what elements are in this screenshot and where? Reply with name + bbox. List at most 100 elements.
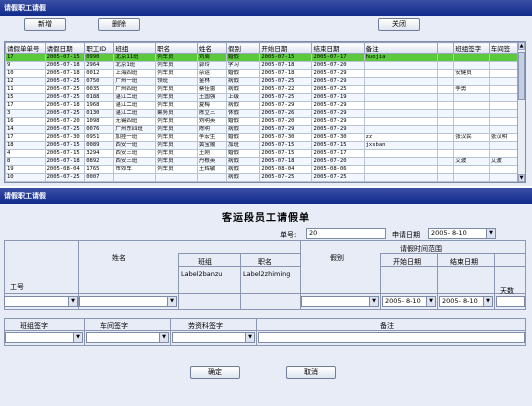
column-header[interactable]: 假别 (225, 42, 261, 54)
table-cell: 婚假 (225, 133, 261, 142)
table-row[interactable]: 102005-08-030006 ss病假2005-07-272005-07-29 (5, 181, 520, 182)
job-id-select[interactable]: ▼ (4, 296, 78, 307)
table-row[interactable]: 17 2005-07-15 0990 北京11班 列车员 刘周 婚假 2005-07-15 20… (5, 53, 520, 62)
cancel-button[interactable]: 取消 (286, 366, 336, 379)
workshop-sign-select[interactable]: ▼ (86, 332, 169, 343)
apply-date-picker[interactable]: 2005- 8-10 ▼ (428, 228, 496, 239)
table-cell: huojia (363, 53, 438, 62)
table-row[interactable]: 17 2005-07-18 1968 湛江二班 列车员 夏梅 病假 2005-07-29 200… (5, 101, 520, 110)
days-input[interactable] (496, 296, 525, 307)
table-row[interactable]: 10 2005-07-18 0012 上海四班 列车员 杂运 婚假 2005-07-18 200… (5, 69, 520, 78)
column-header[interactable]: 班组 (113, 42, 157, 54)
chevron-down-icon[interactable]: ▼ (369, 297, 378, 306)
column-header[interactable]: 车间签 (488, 42, 520, 54)
scroll-down-icon[interactable]: ▼ (518, 174, 525, 182)
end-date-picker[interactable]: 2005- 8-10 ▼ (439, 296, 493, 307)
column-header[interactable]: 开始日期 (259, 42, 313, 54)
title-value: Label2zhiming (243, 270, 291, 278)
table-cell: 2005-07-15 (259, 141, 313, 150)
column-header[interactable]: 职名 (155, 42, 198, 54)
table-cell: 2005-07-25 (259, 173, 313, 182)
team-sign-select[interactable]: ▼ (5, 332, 83, 343)
close-button[interactable]: 关闭 (378, 18, 420, 31)
chevron-down-icon[interactable]: ▼ (483, 297, 492, 306)
column-header[interactable]: 请假日期 (44, 42, 86, 54)
start-date-picker[interactable]: 2005- 8-10 ▼ (382, 296, 436, 307)
table-cell (453, 93, 490, 102)
column-header[interactable] (436, 42, 455, 54)
table-cell (363, 125, 438, 134)
grid-vertical-scrollbar[interactable]: ▲ ▼ (517, 42, 525, 182)
scroll-thumb[interactable] (518, 52, 525, 100)
start-date-value: 2005- 8-10 (385, 297, 421, 305)
remark-input[interactable] (258, 332, 525, 343)
table-row[interactable]: 11 2005-07-25 0035 广州四班 列车员 蔡佳蕾 病假 2005-07-22 20… (5, 85, 520, 94)
table-row[interactable]: 16 2005-07-20 1098 无锡四班 列车员 刘明英 婚假 2005-07-20 20… (5, 117, 520, 126)
chevron-down-icon[interactable]: ▼ (68, 297, 77, 306)
chevron-down-icon[interactable]: ▼ (245, 333, 254, 342)
table-cell: 婚假 (225, 53, 261, 62)
table-cell: 0076 (84, 125, 115, 134)
ok-button[interactable]: 确定 (190, 366, 240, 379)
add-button[interactable]: 新增 (24, 18, 66, 31)
table-cell: 西安三班 (113, 149, 157, 158)
table-cell: 2005-08-04 (259, 165, 313, 174)
team-label: 班组 (198, 258, 212, 266)
table-row[interactable]: 10 2005-07-25 0007 病假 2005-07-25 2005-07-25 (5, 173, 520, 182)
table-cell (155, 173, 198, 182)
leave-records-grid[interactable]: 请假单单号 请假日期 职工ID 班组 职名 姓名 假别 开始日期 结束日期 备注 班组签字 车间签 1… (4, 41, 526, 183)
table-cell: 2005-07-22 (259, 85, 313, 94)
table-cell: 0188 (84, 93, 115, 102)
name-select[interactable]: ▼ (79, 296, 177, 307)
table-row[interactable]: 9 2005-07-18 2964 北京1班 列车员 郭玲 学习 2005-07-18 2005… (5, 61, 520, 70)
table-cell: 列车员 (155, 61, 198, 70)
table-cell: 北京1班 (113, 61, 157, 70)
column-header[interactable]: 班组签字 (453, 42, 490, 54)
table-cell: 3 (5, 109, 46, 118)
table-cell: 2005-08-06 (311, 165, 365, 174)
table-row[interactable]: 18 2005-07-15 0089 西安一班 列车员 黄宝顺 加班 2005-07-15 20… (5, 141, 520, 150)
table-cell: 休假 (225, 109, 261, 118)
chevron-down-icon[interactable]: ▼ (73, 333, 82, 342)
column-header[interactable]: 姓名 (196, 42, 228, 54)
team-value: Label2banzu (181, 270, 223, 278)
table-cell: 19 (5, 165, 46, 174)
table-cell: 张汉明 (488, 133, 520, 142)
column-header[interactable]: 备注 (363, 42, 438, 54)
chevron-down-icon[interactable]: ▼ (486, 229, 495, 238)
table-cell: 上海四班 (113, 69, 157, 78)
scroll-up-icon[interactable]: ▲ (518, 42, 525, 50)
leave-type-select[interactable]: ▼ (301, 296, 379, 307)
table-row[interactable]: 14 2005-07-25 0076 广州东四班 列车员 陈明 病假 2005-07-29 20… (5, 125, 520, 134)
labor-sign-label: 劳资科签字 (188, 322, 223, 330)
order-no-input[interactable]: 20 (306, 228, 386, 239)
column-header[interactable]: 请假单单号 (5, 42, 46, 54)
delete-button[interactable]: 删除 (98, 18, 140, 31)
table-cell: 列车员 (155, 125, 198, 134)
table-row[interactable]: 4 2005-07-15 3294 西安三班 列车员 王刚 婚假 2005-07-15 2005… (5, 149, 520, 158)
table-cell: 婚假 (225, 149, 261, 158)
table-row[interactable]: 12 2005-07-25 0750 广州一班 领班 金林 病假 2005-07-25 2005… (5, 77, 520, 86)
labor-sign-select[interactable]: ▼ (172, 332, 255, 343)
table-cell (436, 117, 455, 126)
chevron-down-icon[interactable]: ▼ (167, 297, 176, 306)
table-cell: 列车员 (155, 93, 198, 102)
table-cell: 王辉敏 (196, 165, 228, 174)
table-cell (488, 53, 520, 62)
table-row[interactable]: 19 2005-08-04 1765 市郊车 列车员 王辉敏 病假 2005-08-04 200… (5, 165, 520, 174)
chevron-down-icon[interactable]: ▼ (159, 333, 168, 342)
table-cell (363, 77, 438, 86)
apply-date-label: 申请日期 (392, 231, 420, 239)
table-cell: 蔡佳蕾 (196, 85, 228, 94)
chevron-down-icon[interactable]: ▼ (426, 297, 435, 306)
table-cell (363, 61, 438, 70)
table-row[interactable]: 15 2005-07-25 0188 湛江二班 列车员 王国强 上级 2005-07-25 20… (5, 93, 520, 102)
table-row[interactable]: 3 2005-07-25 0130 湛江二班 乘务员 陈立三 休假 2005-07-26 200… (5, 109, 520, 118)
column-header[interactable]: 职工ID (84, 42, 115, 54)
table-row[interactable]: 8 2005-07-18 0892 西安三班 列车员 丹根英 病假 2005-07-18 200… (5, 157, 520, 166)
table-row[interactable]: 17 2005-07-30 0951 加挂一班 列车员 李宏生 婚假 2005-07-30 20… (5, 133, 520, 142)
column-header[interactable]: 结束日期 (311, 42, 365, 54)
apply-date-value: 2005- 8-10 (431, 229, 467, 237)
table-cell (488, 61, 520, 70)
table-cell: 陈立三 (196, 109, 228, 118)
